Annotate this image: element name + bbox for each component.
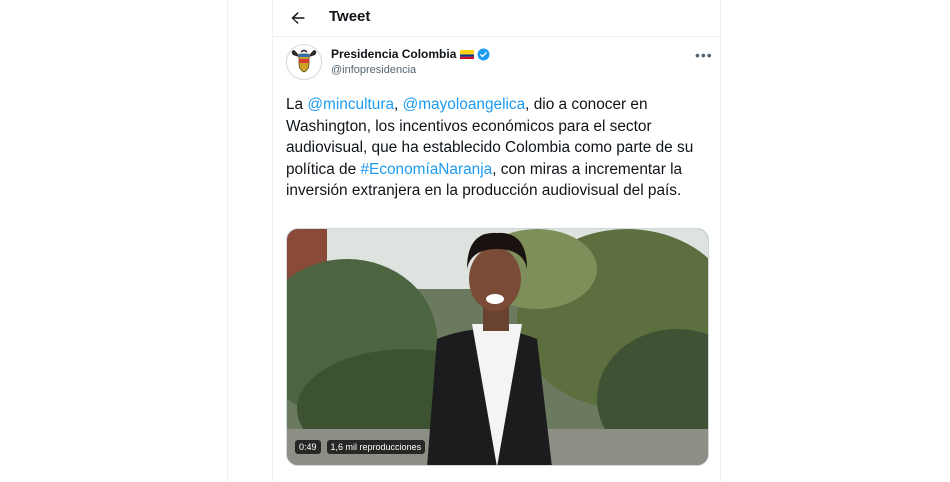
video-views: 1,6 mil reproducciones	[326, 440, 426, 454]
back-arrow-icon[interactable]	[287, 7, 309, 29]
author-name-text: Presidencia Colombia	[331, 47, 457, 61]
more-options-icon[interactable]: •••	[695, 47, 713, 63]
mention-link[interactable]: @mincultura	[307, 96, 394, 113]
header-bar: Tweet	[273, 0, 720, 37]
video-duration: 0:49	[295, 440, 321, 454]
hashtag-link[interactable]: #EconomíaNaranja	[360, 161, 492, 178]
video-thumbnail	[287, 229, 708, 465]
tweet-text: La @mincultura, @mayoloangelica, dio a c…	[286, 94, 706, 202]
colombia-flag-icon	[460, 49, 475, 59]
coat-of-arms-icon	[291, 49, 317, 73]
page-title: Tweet	[329, 8, 371, 25]
video-player[interactable]: 0:49 1,6 mil reproducciones	[286, 228, 709, 466]
author-handle[interactable]: @infopresidencia	[331, 64, 416, 76]
tweet-text-segment: La	[286, 96, 308, 113]
verified-badge-icon	[477, 48, 490, 60]
page-divider	[227, 0, 228, 482]
tweet-text-segment: ,	[394, 96, 403, 113]
avatar[interactable]	[286, 44, 322, 80]
video-badges: 0:49 1,6 mil reproducciones	[295, 439, 426, 455]
tweet-column: Tweet Presidencia Colombia @infopresiden…	[272, 0, 721, 482]
mention-link[interactable]: @mayoloangelica	[403, 96, 526, 113]
author-name[interactable]: Presidencia Colombia	[331, 47, 490, 61]
